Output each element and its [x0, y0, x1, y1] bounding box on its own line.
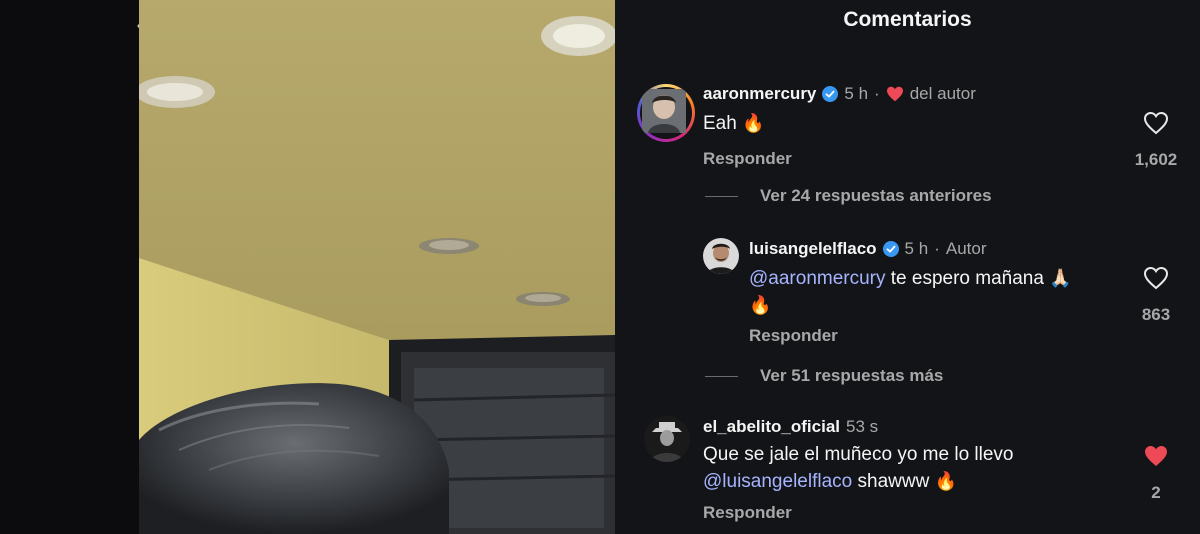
comment-body-2: shawww: [857, 471, 930, 492]
fire-emoji: 🔥: [749, 295, 772, 315]
like-count: 2: [1151, 483, 1161, 502]
avatar-image: [703, 238, 739, 274]
comment-username[interactable]: el_abelito_oficial: [703, 417, 840, 437]
comment-username[interactable]: aaronmercury: [703, 84, 816, 104]
like-count: 1,602: [1134, 150, 1178, 169]
praying-hands-emoji: 🙏🏻: [1049, 268, 1072, 288]
reply-button[interactable]: Responder: [703, 503, 792, 523]
avatar[interactable]: [644, 416, 690, 462]
post-photo: [139, 0, 615, 534]
avatar[interactable]: [703, 238, 739, 274]
view-replies-button[interactable]: Ver 51 respuestas más: [705, 366, 943, 386]
divider-line: [705, 375, 738, 377]
verified-icon: [822, 86, 839, 102]
comment-body: Que se jale el muñeco yo me lo llevo: [703, 444, 1014, 465]
view-replies-button[interactable]: Ver 24 respuestas anteriores: [705, 186, 992, 206]
view-replies-label: Ver 51 respuestas más: [760, 366, 944, 385]
fire-emoji: 🔥: [934, 471, 958, 491]
post-media[interactable]: [139, 0, 615, 534]
heart-filled-icon[interactable]: [1143, 444, 1169, 468]
like-count: 863: [1141, 305, 1171, 324]
panel-title: Comentarios: [843, 8, 972, 31]
comment-username[interactable]: luisangelelflaco: [749, 239, 877, 259]
comment-text: Que se jale el muñeco yo me lo llevo @lu…: [703, 442, 1123, 495]
verified-icon: [882, 241, 899, 257]
comment-meta: aaronmercury 5 h · del autor: [703, 84, 976, 104]
comments-panel: Comentarios aaronmercury 5 h · del autor…: [615, 0, 1200, 534]
separator: ·: [934, 239, 940, 258]
comment-meta: luisangelelflaco 5 h · Autor: [749, 239, 987, 259]
heart-icon[interactable]: [1143, 111, 1169, 135]
separator: ·: [874, 84, 880, 103]
comment-meta: el_abelito_oficial 53 s: [703, 417, 878, 437]
heart-filled-icon: [886, 86, 903, 102]
reply-button[interactable]: Responder: [749, 326, 838, 346]
avatar[interactable]: [637, 84, 695, 142]
comment-time: 5 h: [844, 84, 869, 103]
mention-link[interactable]: @aaronmercury: [749, 268, 886, 289]
comment-body: te espero mañana: [890, 268, 1044, 289]
view-replies-label: Ver 24 respuestas anteriores: [760, 186, 992, 205]
avatar-image: [642, 89, 686, 133]
heart-icon[interactable]: [1143, 266, 1169, 290]
fire-emoji: 🔥: [742, 113, 765, 133]
mention-link[interactable]: @luisangelelflaco: [703, 471, 852, 492]
comment-body: Eah: [703, 113, 737, 134]
comment-time: 53 s: [846, 417, 879, 436]
avatar-image: [644, 416, 690, 462]
comment-time: 5 h: [904, 239, 929, 258]
divider-line: [705, 195, 738, 197]
reply-button[interactable]: Responder: [703, 149, 792, 169]
author-badge: Autor: [945, 239, 987, 258]
comment-text: @aaronmercury te espero mañana 🙏🏻 🔥: [749, 265, 1119, 319]
author-note: del autor: [909, 84, 976, 103]
left-gutter: [0, 0, 139, 534]
comment-text: Eah 🔥: [703, 110, 765, 137]
